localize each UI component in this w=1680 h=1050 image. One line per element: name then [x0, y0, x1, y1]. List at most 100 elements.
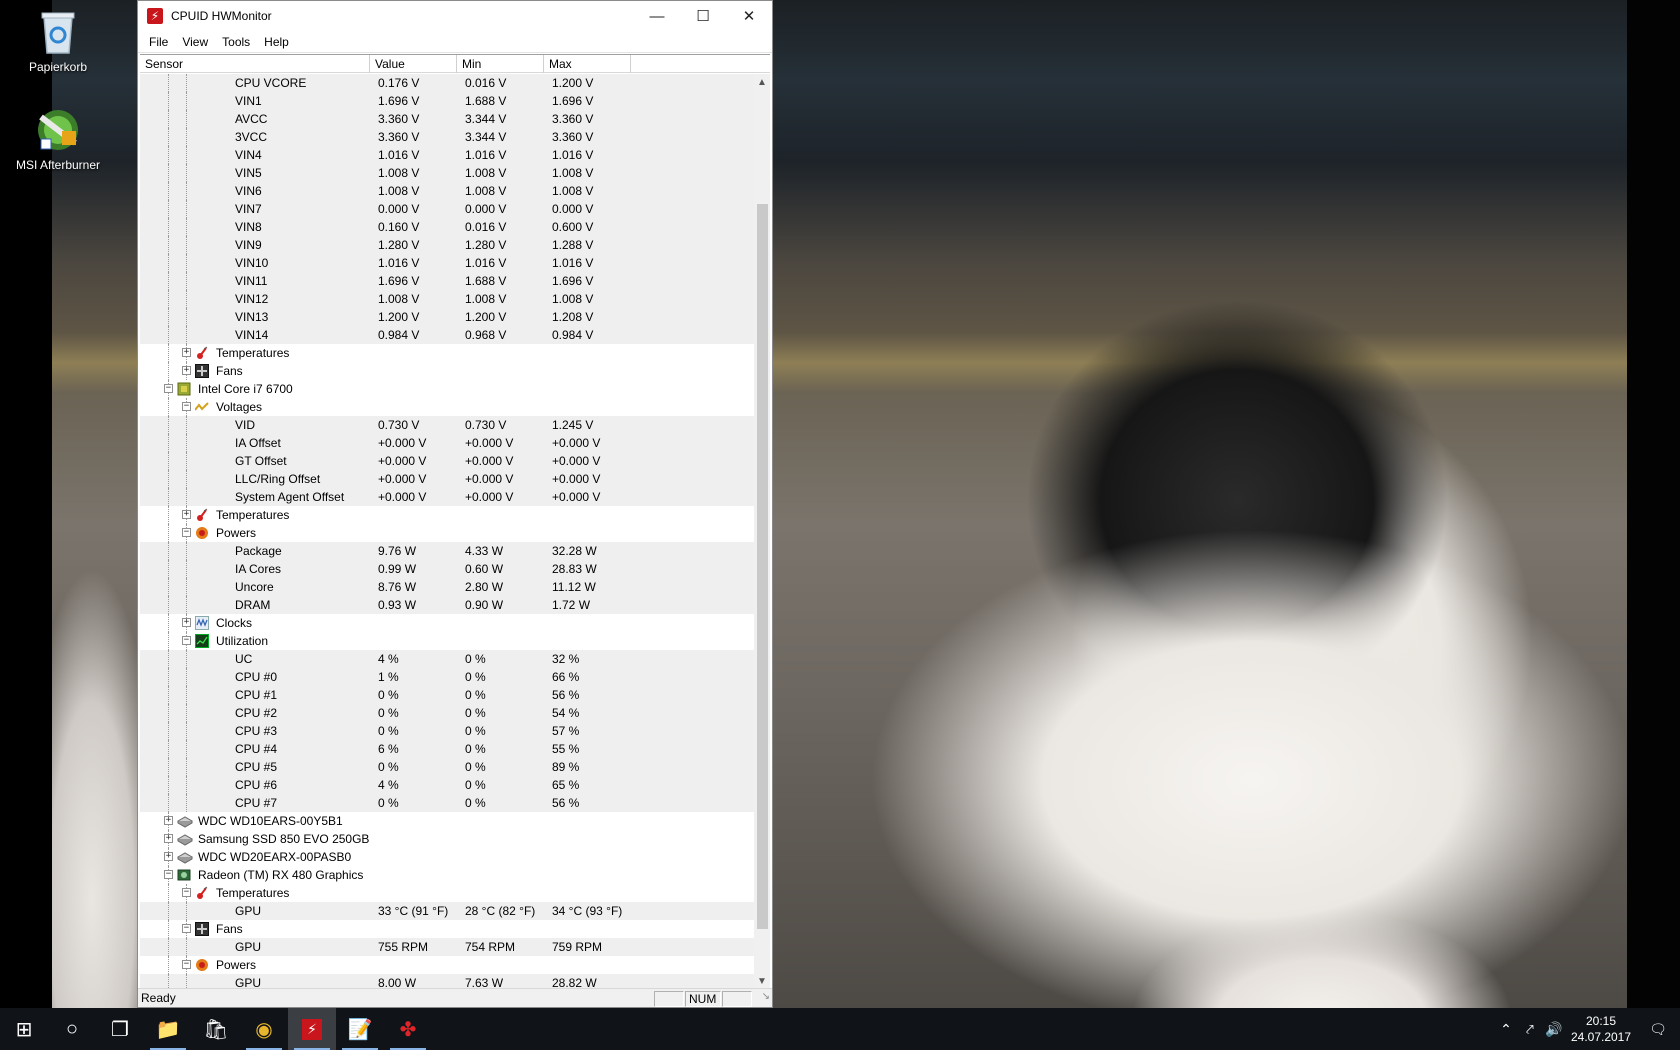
scrollbar-thumb[interactable] — [757, 204, 768, 929]
task-view-button[interactable]: ❐ — [96, 1008, 144, 1050]
desktop-icon-msi-afterburner[interactable]: MSI Afterburner — [8, 106, 108, 172]
menu-file[interactable]: File — [142, 35, 175, 49]
column-header-min[interactable]: Min — [457, 55, 544, 73]
sensor-row-ia-offset[interactable]: IA Offset +0.000 V +0.000 V +0.000 V — [140, 434, 754, 452]
misc-app-button[interactable]: ✤ — [384, 1008, 432, 1050]
sensor-row-gpu[interactable]: GPU 755 RPM 754 RPM 759 RPM — [140, 938, 754, 956]
column-header-sensor[interactable]: Sensor — [140, 55, 370, 73]
sensor-row-cpu-7[interactable]: CPU #7 0 % 0 % 56 % — [140, 794, 754, 812]
collapse-toggle-icon[interactable]: − — [182, 636, 191, 645]
sensor-row-vin13[interactable]: VIN13 1.200 V 1.200 V 1.208 V — [140, 308, 754, 326]
group-row-powers[interactable]: − Powers — [140, 524, 754, 542]
device-row-wdc-wd20earx-00pasb0[interactable]: + WDC WD20EARX-00PASB0 — [140, 848, 754, 866]
group-row-voltages[interactable]: − Voltages — [140, 398, 754, 416]
sensor-row-vin9[interactable]: VIN9 1.280 V 1.280 V 1.288 V — [140, 236, 754, 254]
group-row-utilization[interactable]: − Utilization — [140, 632, 754, 650]
sensor-row-cpu-1[interactable]: CPU #1 0 % 0 % 56 % — [140, 686, 754, 704]
notepad-taskbar-button[interactable]: 📝 — [336, 1008, 384, 1050]
collapse-toggle-icon[interactable]: − — [182, 960, 191, 969]
expand-toggle-icon[interactable]: + — [164, 852, 173, 861]
scroll-up-arrow-icon[interactable]: ▲ — [754, 74, 770, 91]
sensor-row-vin12[interactable]: VIN12 1.008 V 1.008 V 1.008 V — [140, 290, 754, 308]
sensor-row-vin11[interactable]: VIN11 1.696 V 1.688 V 1.696 V — [140, 272, 754, 290]
sensor-row-uncore[interactable]: Uncore 8.76 W 2.80 W 11.12 W — [140, 578, 754, 596]
resize-grip-icon[interactable]: ↘ — [762, 987, 770, 1006]
maximize-button[interactable]: ☐ — [680, 1, 726, 31]
sensor-row-cpu-0[interactable]: CPU #0 1 % 0 % 66 % — [140, 668, 754, 686]
menu-view[interactable]: View — [175, 35, 215, 49]
sensor-row-vin14[interactable]: VIN14 0.984 V 0.968 V 0.984 V — [140, 326, 754, 344]
sensor-row-uc[interactable]: UC 4 % 0 % 32 % — [140, 650, 754, 668]
start-button[interactable]: ⊞ — [0, 1008, 48, 1050]
group-row-fans[interactable]: + Fans — [140, 362, 754, 380]
chrome-button[interactable]: ◉ — [240, 1008, 288, 1050]
sensor-label: VIN4 — [235, 148, 262, 162]
file-explorer-button[interactable]: 📁 — [144, 1008, 192, 1050]
sensor-row-cpu-2[interactable]: CPU #2 0 % 0 % 54 % — [140, 704, 754, 722]
sensor-row-gt-offset[interactable]: GT Offset +0.000 V +0.000 V +0.000 V — [140, 452, 754, 470]
hwmonitor-taskbar-button[interactable]: ⚡ — [288, 1008, 336, 1050]
close-button[interactable]: ✕ — [726, 1, 772, 31]
sensor-row-3vcc[interactable]: 3VCC 3.360 V 3.344 V 3.360 V — [140, 128, 754, 146]
title-bar[interactable]: ⚡ CPUID HWMonitor — ☐ ✕ — [138, 1, 772, 31]
sensor-row-cpu-vcore[interactable]: CPU VCORE 0.176 V 0.016 V 1.200 V — [140, 74, 754, 92]
sensor-row-gpu[interactable]: GPU 33 °C (91 °F) 28 °C (82 °F) 34 °C (93 °… — [140, 902, 754, 920]
desktop-icon-recycle-bin[interactable]: Papierkorb — [8, 8, 108, 74]
sensor-row-vin5[interactable]: VIN5 1.008 V 1.008 V 1.008 V — [140, 164, 754, 182]
device-row-samsung-ssd-850-evo-250gb[interactable]: + Samsung SSD 850 EVO 250GB — [140, 830, 754, 848]
sensor-row-vin4[interactable]: VIN4 1.016 V 1.016 V 1.016 V — [140, 146, 754, 164]
expand-toggle-icon[interactable]: + — [164, 834, 173, 843]
collapse-toggle-icon[interactable]: − — [164, 384, 173, 393]
cortana-icon: ○ — [65, 1017, 79, 1040]
sensor-row-vin1[interactable]: VIN1 1.696 V 1.688 V 1.696 V — [140, 92, 754, 110]
group-row-temperatures[interactable]: + Temperatures — [140, 506, 754, 524]
group-row-clocks[interactable]: + Clocks — [140, 614, 754, 632]
menu-tools[interactable]: Tools — [215, 35, 257, 49]
action-center-icon[interactable]: 🗨 — [1636, 1021, 1680, 1038]
show-hidden-icons-chevron-icon[interactable]: ⌃ — [1494, 1021, 1518, 1038]
expand-toggle-icon[interactable]: + — [182, 618, 191, 627]
sensor-row-cpu-3[interactable]: CPU #3 0 % 0 % 57 % — [140, 722, 754, 740]
device-row-wdc-wd10ears-00y5b1[interactable]: + WDC WD10EARS-00Y5B1 — [140, 812, 754, 830]
sensor-row-dram[interactable]: DRAM 0.93 W 0.90 W 1.72 W — [140, 596, 754, 614]
network-icon[interactable]: ⤤ — [1518, 1021, 1542, 1038]
sensor-row-package[interactable]: Package 9.76 W 4.33 W 32.28 W — [140, 542, 754, 560]
collapse-toggle-icon[interactable]: − — [182, 402, 191, 411]
sensor-row-cpu-6[interactable]: CPU #6 4 % 0 % 65 % — [140, 776, 754, 794]
collapse-toggle-icon[interactable]: − — [182, 888, 191, 897]
sensor-row-llc-ring-offset[interactable]: LLC/Ring Offset +0.000 V +0.000 V +0.000 V — [140, 470, 754, 488]
sensor-row-cpu-4[interactable]: CPU #4 6 % 0 % 55 % — [140, 740, 754, 758]
volume-icon[interactable]: 🔊 — [1542, 1021, 1566, 1038]
expand-toggle-icon[interactable]: + — [182, 348, 191, 357]
sensor-row-vin7[interactable]: VIN7 0.000 V 0.000 V 0.000 V — [140, 200, 754, 218]
collapse-toggle-icon[interactable]: − — [182, 924, 191, 933]
store-button[interactable]: 🛍 — [192, 1008, 240, 1050]
group-row-temperatures[interactable]: − Temperatures — [140, 884, 754, 902]
column-header-value[interactable]: Value — [370, 55, 457, 73]
cortana-button[interactable]: ○ — [48, 1008, 96, 1050]
minimize-button[interactable]: — — [634, 1, 680, 31]
sensor-row-vin6[interactable]: VIN6 1.008 V 1.008 V 1.008 V — [140, 182, 754, 200]
sensor-row-vid[interactable]: VID 0.730 V 0.730 V 1.245 V — [140, 416, 754, 434]
device-row-intel-core-i7-6700[interactable]: − Intel Core i7 6700 — [140, 380, 754, 398]
collapse-toggle-icon[interactable]: − — [164, 870, 173, 879]
clock[interactable]: 20:15 24.07.2017 — [1566, 1013, 1636, 1045]
column-header-max[interactable]: Max — [544, 55, 631, 73]
group-row-powers[interactable]: − Powers — [140, 956, 754, 974]
group-row-temperatures[interactable]: + Temperatures — [140, 344, 754, 362]
menu-help[interactable]: Help — [257, 35, 296, 49]
collapse-toggle-icon[interactable]: − — [182, 528, 191, 537]
expand-toggle-icon[interactable]: + — [182, 366, 191, 375]
sensor-row-avcc[interactable]: AVCC 3.360 V 3.344 V 3.360 V — [140, 110, 754, 128]
sensor-row-vin10[interactable]: VIN10 1.016 V 1.016 V 1.016 V — [140, 254, 754, 272]
expand-toggle-icon[interactable]: + — [182, 510, 191, 519]
sensor-row-vin8[interactable]: VIN8 0.160 V 0.016 V 0.600 V — [140, 218, 754, 236]
vertical-scrollbar[interactable]: ▲ ▼ — [754, 74, 770, 990]
expand-toggle-icon[interactable]: + — [164, 816, 173, 825]
sensor-label: IA Offset — [235, 436, 281, 450]
sensor-row-system-agent-offset[interactable]: System Agent Offset +0.000 V +0.000 V +0.00… — [140, 488, 754, 506]
sensor-row-cpu-5[interactable]: CPU #5 0 % 0 % 89 % — [140, 758, 754, 776]
group-row-fans[interactable]: − Fans — [140, 920, 754, 938]
sensor-row-ia-cores[interactable]: IA Cores 0.99 W 0.60 W 28.83 W — [140, 560, 754, 578]
device-row-radeon-tm-rx-480-graphics[interactable]: − Radeon (TM) RX 480 Graphics — [140, 866, 754, 884]
